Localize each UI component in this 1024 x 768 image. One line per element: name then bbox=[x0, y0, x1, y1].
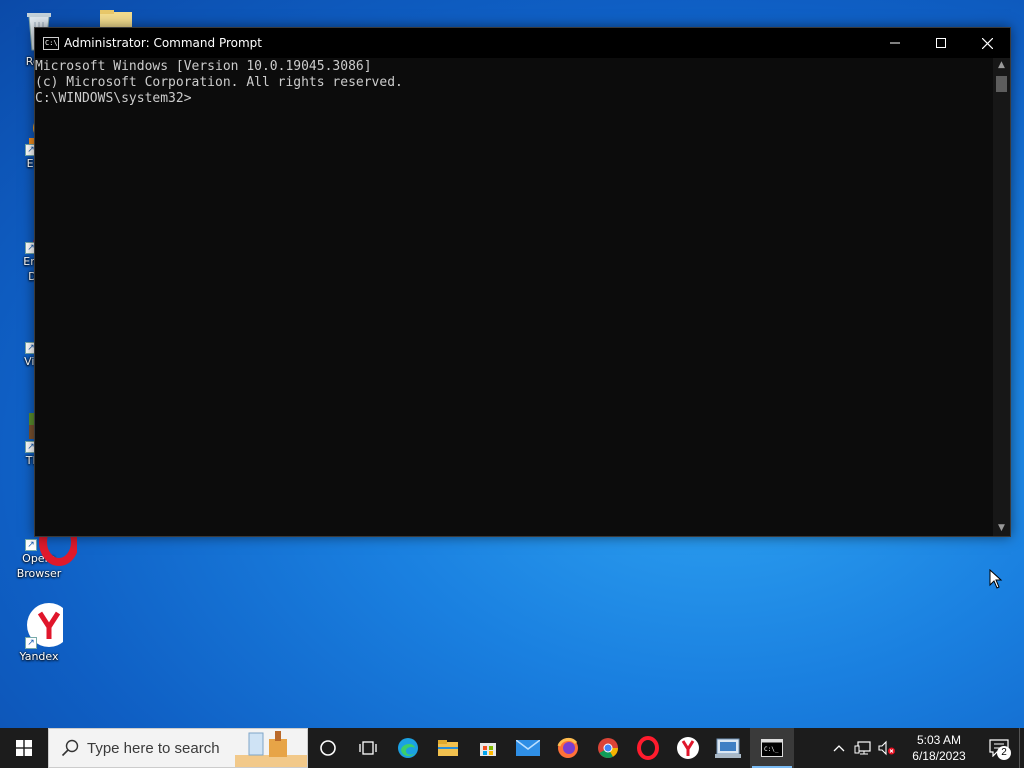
tray-network[interactable] bbox=[851, 728, 875, 768]
windows-logo-icon bbox=[16, 740, 32, 756]
clock-date: 6/18/2023 bbox=[912, 749, 966, 763]
close-icon bbox=[981, 37, 993, 49]
tray-overflow-button[interactable] bbox=[827, 728, 851, 768]
svg-text:C:\_: C:\_ bbox=[764, 746, 779, 753]
console-line: (c) Microsoft Corporation. All rights re… bbox=[35, 75, 403, 90]
tray-volume[interactable] bbox=[875, 728, 899, 768]
console-line: Microsoft Windows [Version 10.0.19045.30… bbox=[35, 59, 372, 74]
yandex-icon bbox=[677, 737, 699, 759]
console-output[interactable]: Microsoft Windows [Version 10.0.19045.30… bbox=[35, 58, 993, 536]
edge-icon bbox=[398, 738, 418, 758]
yandex-icon: ↗ bbox=[15, 601, 71, 649]
command-prompt-window[interactable]: C:\ Administrator: Command Prompt Micros… bbox=[34, 27, 1011, 537]
scroll-thumb[interactable] bbox=[996, 76, 1007, 92]
mouse-cursor-icon bbox=[989, 569, 1003, 589]
folder-icon bbox=[438, 740, 458, 756]
taskbar-store[interactable] bbox=[468, 728, 508, 768]
shortcut-arrow-icon: ↗ bbox=[25, 539, 37, 551]
store-icon bbox=[480, 743, 496, 756]
taskbar-task-view[interactable] bbox=[348, 728, 388, 768]
search-highlight-art-icon bbox=[235, 731, 307, 767]
taskbar-yandex[interactable] bbox=[668, 728, 708, 768]
close-button[interactable] bbox=[964, 28, 1010, 58]
minimize-button[interactable] bbox=[872, 28, 918, 58]
chrome-icon bbox=[598, 738, 619, 758]
taskbar: Type here to search C:\_ 5:03 AM 6/18/20… bbox=[0, 728, 1024, 768]
taskbar-command-prompt[interactable]: C:\_ bbox=[750, 728, 794, 768]
cmd-icon: C:\ bbox=[43, 36, 59, 50]
scroll-down-icon[interactable]: ▼ bbox=[993, 521, 1010, 536]
shortcut-arrow-icon: ↗ bbox=[25, 637, 37, 649]
maximize-button[interactable] bbox=[918, 28, 964, 58]
network-icon bbox=[854, 741, 871, 755]
console-prompt: C:\WINDOWS\system32> bbox=[35, 91, 192, 106]
cortana-icon bbox=[320, 740, 336, 756]
search-placeholder: Type here to search bbox=[87, 739, 220, 757]
scroll-up-icon[interactable]: ▲ bbox=[993, 58, 1010, 73]
taskbar-firefox[interactable] bbox=[548, 728, 588, 768]
desktop-icon-yandex[interactable]: ↗ Yandex bbox=[4, 601, 74, 664]
folder-icon[interactable] bbox=[100, 8, 134, 28]
maximize-icon bbox=[936, 38, 946, 48]
taskbar-control-panel[interactable] bbox=[708, 728, 748, 768]
taskbar-edge[interactable] bbox=[388, 728, 428, 768]
taskbar-opera[interactable] bbox=[628, 728, 668, 768]
show-desktop-button[interactable] bbox=[1019, 728, 1024, 768]
system-tray: 5:03 AM 6/18/2023 2 bbox=[827, 728, 1024, 768]
start-button[interactable] bbox=[0, 728, 48, 768]
minimize-icon bbox=[890, 42, 900, 44]
opera-icon bbox=[637, 736, 659, 760]
taskbar-cortana[interactable] bbox=[308, 728, 348, 768]
desktop-icon-label: Yandex bbox=[19, 650, 59, 663]
action-center-button[interactable]: 2 bbox=[979, 728, 1019, 768]
volume-muted-icon bbox=[878, 740, 895, 756]
clock-time: 5:03 AM bbox=[916, 733, 962, 747]
taskbar-clock[interactable]: 5:03 AM 6/18/2023 bbox=[899, 732, 979, 764]
task-view-icon bbox=[359, 741, 377, 755]
taskbar-search-box[interactable]: Type here to search bbox=[48, 728, 308, 768]
notification-count-badge: 2 bbox=[997, 746, 1011, 760]
window-title: Administrator: Command Prompt bbox=[64, 36, 262, 50]
chevron-up-icon bbox=[833, 745, 845, 752]
taskbar-file-explorer[interactable] bbox=[428, 728, 468, 768]
taskbar-chrome[interactable] bbox=[588, 728, 628, 768]
vertical-scrollbar[interactable]: ▲ ▼ bbox=[993, 58, 1010, 536]
mail-icon bbox=[516, 740, 540, 756]
control-panel-icon bbox=[715, 738, 741, 758]
search-icon bbox=[61, 739, 79, 757]
window-titlebar[interactable]: C:\ Administrator: Command Prompt bbox=[35, 28, 1010, 58]
taskbar-mail[interactable] bbox=[508, 728, 548, 768]
firefox-icon bbox=[557, 737, 578, 758]
cmd-icon: C:\_ bbox=[761, 739, 783, 757]
